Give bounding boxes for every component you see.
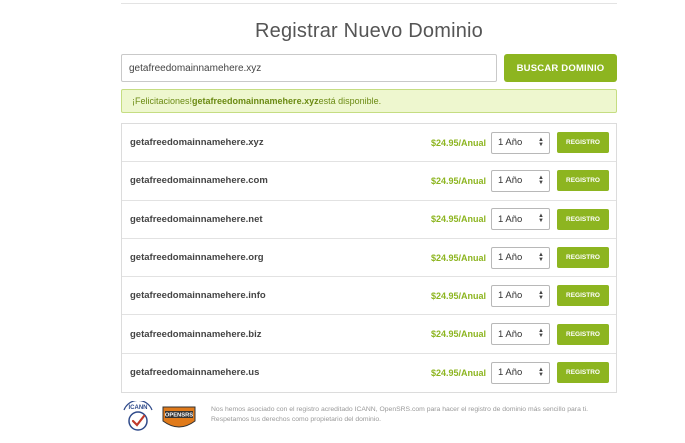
- domain-result-row: getafreedomainnamehere.info $24.95/Anual…: [122, 277, 616, 316]
- svg-text:ICANN: ICANN: [129, 405, 148, 411]
- term-select[interactable]: 1 Año ▲ ▼: [491, 361, 550, 384]
- select-arrows-icon: ▲ ▼: [538, 366, 544, 378]
- register-button[interactable]: REGISTRO: [557, 362, 609, 384]
- domain-search-input[interactable]: [121, 54, 497, 82]
- domain-result-row: getafreedomainnamehere.xyz $24.95/Anual …: [122, 124, 616, 163]
- select-arrows-icon: ▲ ▼: [538, 213, 544, 225]
- term-select[interactable]: 1 Año ▲ ▼: [491, 323, 550, 346]
- domain-result-row: getafreedomainnamehere.com $24.95/Anual …: [122, 162, 616, 201]
- domain-results-list: getafreedomainnamehere.xyz $24.95/Anual …: [121, 123, 617, 393]
- term-select-value: 1 Año: [498, 175, 523, 187]
- term-select[interactable]: 1 Año ▲ ▼: [491, 246, 550, 269]
- register-button[interactable]: REGISTRO: [557, 247, 609, 269]
- domain-name: getafreedomainnamehere.us: [130, 367, 260, 379]
- register-button[interactable]: REGISTRO: [557, 132, 609, 154]
- select-arrows-icon: ▲ ▼: [538, 251, 544, 263]
- domain-result-row: getafreedomainnamehere.org $24.95/Anual …: [122, 239, 616, 278]
- term-select[interactable]: 1 Año ▲ ▼: [491, 284, 550, 307]
- domain-name: getafreedomainnamehere.info: [130, 290, 266, 302]
- icann-logo: ICANN: [121, 399, 155, 435]
- domain-price: $24.95/Anual: [430, 175, 486, 186]
- domain-search-bar: BUSCAR DOMINIO: [121, 54, 617, 82]
- domain-price: $24.95/Anual: [430, 214, 486, 225]
- footer: ICANN OPENSRS Nos hemos asociado con el …: [121, 399, 617, 441]
- top-divider: [121, 3, 617, 4]
- register-button[interactable]: REGISTRO: [557, 323, 609, 345]
- footer-text: Nos hemos asociado con el registro acred…: [211, 406, 589, 423]
- term-select-value: 1 Año: [498, 290, 523, 302]
- select-arrows-icon: ▲ ▼: [538, 136, 544, 148]
- opensrs-logo: OPENSRS: [159, 401, 199, 433]
- term-select[interactable]: 1 Año ▲ ▼: [491, 208, 550, 231]
- search-domain-button[interactable]: BUSCAR DOMINIO: [504, 54, 617, 82]
- term-select[interactable]: 1 Año ▲ ▼: [491, 169, 550, 192]
- select-arrows-icon: ▲ ▼: [538, 289, 544, 301]
- domain-price: $24.95/Anual: [430, 252, 486, 263]
- domain-name: getafreedomainnamehere.net: [130, 213, 263, 225]
- alert-prefix: ¡Felicitaciones!: [132, 96, 193, 106]
- select-arrows-icon: ▲ ▼: [538, 328, 544, 340]
- domain-result-row: getafreedomainnamehere.us $24.95/Anual 1…: [122, 354, 616, 392]
- domain-result-row: getafreedomainnamehere.biz $24.95/Anual …: [122, 315, 616, 354]
- term-select-value: 1 Año: [498, 137, 523, 149]
- page-title: Registrar Nuevo Dominio: [254, 20, 484, 42]
- term-select-value: 1 Año: [498, 213, 523, 225]
- domain-name: getafreedomainnamehere.xyz: [130, 137, 264, 149]
- domain-name: getafreedomainnamehere.biz: [130, 328, 262, 340]
- domain-price: $24.95/Anual: [430, 290, 486, 301]
- term-select[interactable]: 1 Año ▲ ▼: [491, 131, 550, 154]
- domain-name: getafreedomainnamehere.com: [130, 175, 268, 187]
- register-button[interactable]: REGISTRO: [557, 170, 609, 192]
- domain-price: $24.95/Anual: [430, 137, 486, 148]
- availability-alert: ¡Felicitaciones! getafreedomainnamehere.…: [121, 89, 617, 113]
- alert-domain: getafreedomainnamehere.xyz: [192, 96, 319, 106]
- term-select-value: 1 Año: [498, 252, 523, 264]
- domain-price: $24.95/Anual: [430, 329, 486, 340]
- domain-price: $24.95/Anual: [430, 367, 486, 378]
- register-button[interactable]: REGISTRO: [557, 208, 609, 230]
- term-select-value: 1 Año: [498, 367, 523, 379]
- svg-text:OPENSRS: OPENSRS: [165, 413, 193, 419]
- domain-result-row: getafreedomainnamehere.net $24.95/Anual …: [122, 201, 616, 239]
- register-button[interactable]: REGISTRO: [557, 285, 609, 307]
- select-arrows-icon: ▲ ▼: [538, 174, 544, 186]
- alert-suffix: está disponible.: [318, 96, 382, 106]
- domain-name: getafreedomainnamehere.org: [130, 252, 264, 264]
- term-select-value: 1 Año: [498, 328, 523, 340]
